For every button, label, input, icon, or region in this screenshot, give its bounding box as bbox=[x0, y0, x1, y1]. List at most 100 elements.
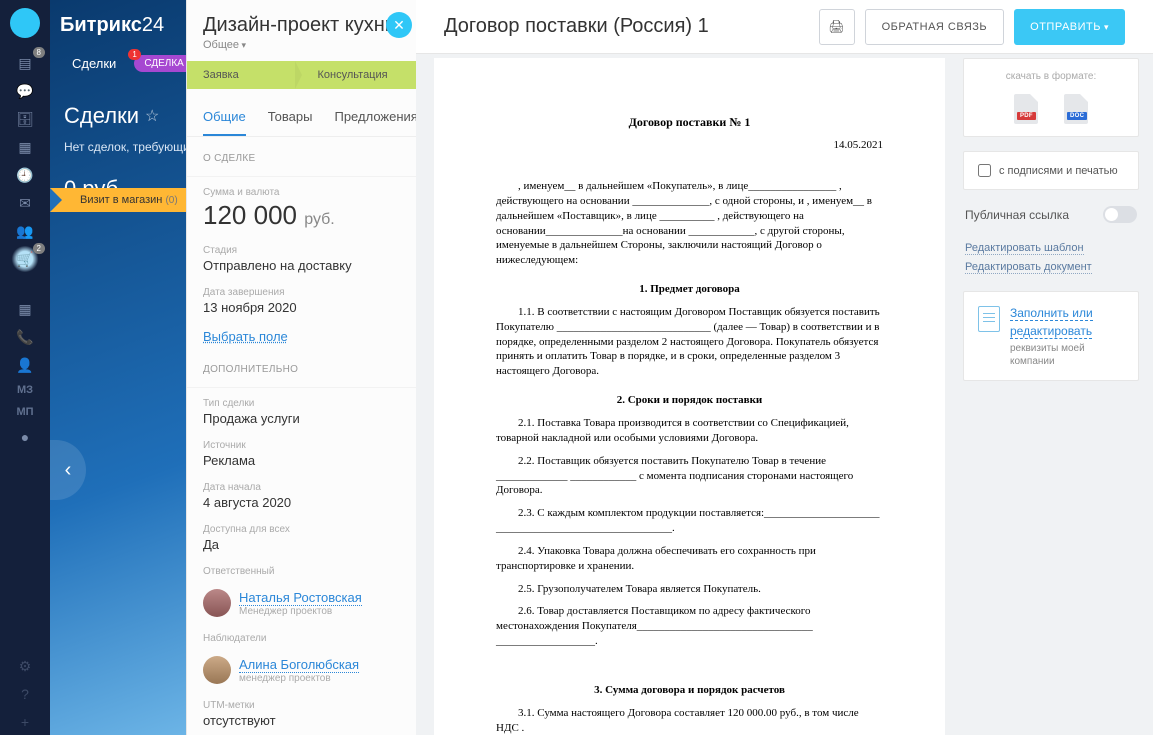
time-icon[interactable]: 🕘 bbox=[11, 162, 39, 188]
stage-bar: Заявка Консультация bbox=[187, 61, 416, 89]
tab-offers[interactable]: Предложения bbox=[334, 99, 416, 136]
pill-deal[interactable]: 1СДЕЛКА bbox=[134, 55, 194, 72]
document-icon bbox=[978, 306, 1000, 332]
doc-intro: , именуем__ в дальнейшем «Покупатель», в… bbox=[496, 179, 883, 268]
deal-title: Дизайн-проект кухни bbox=[187, 0, 416, 39]
label-utm: UTM-метки bbox=[203, 700, 400, 711]
more-icon[interactable]: ● bbox=[11, 424, 39, 450]
add-icon[interactable]: + bbox=[11, 709, 39, 735]
label-stage: Стадия bbox=[203, 245, 400, 256]
responsible-user[interactable]: Наталья Ростовская Менеджер проектов bbox=[187, 583, 416, 623]
value-utm: отсутствуют bbox=[203, 713, 400, 728]
observer-user[interactable]: Алина Боголюбская менеджер проектов bbox=[187, 650, 416, 690]
stage-consult[interactable]: Консультация bbox=[302, 61, 417, 89]
star-icon[interactable]: ☆ bbox=[145, 106, 159, 126]
doc-s11: 1.1. В соответствии с настоящим Договоро… bbox=[496, 305, 883, 379]
chat-icon[interactable]: 💬 bbox=[11, 78, 39, 104]
label-end: Дата завершения bbox=[203, 287, 400, 298]
tab-general[interactable]: Общие bbox=[203, 99, 246, 136]
value-stage: Отправлено на доставку bbox=[203, 258, 400, 273]
text-icon-mp[interactable]: МП bbox=[0, 402, 50, 422]
avatar bbox=[203, 656, 231, 684]
brand: Битрикс24 bbox=[60, 14, 164, 37]
observer-role: менеджер проектов bbox=[239, 673, 359, 684]
doc-s22: 2.2. Поставщик обязуется поставить Покуп… bbox=[496, 454, 883, 499]
doc-s21: 2.1. Поставка Товара производится в соот… bbox=[496, 416, 883, 446]
requisites-card: Заполнить или редактировать реквизиты мо… bbox=[963, 291, 1139, 381]
crm-icon[interactable]: 🛒2 bbox=[11, 246, 39, 272]
label-observers: Наблюдатели bbox=[203, 633, 400, 644]
tasks-icon[interactable]: ▤8 bbox=[11, 50, 39, 76]
document-header: Договор поставки (Россия) 1 🖨 ОБРАТНАЯ С… bbox=[416, 0, 1153, 54]
label-sum: Сумма и валюта bbox=[203, 187, 400, 198]
download-pdf-icon[interactable]: PDF bbox=[1014, 94, 1038, 124]
responsible-role: Менеджер проектов bbox=[239, 606, 362, 617]
document-sidebar: скачать в формате: PDF DOC с подписями и… bbox=[963, 58, 1139, 735]
requisites-link[interactable]: Заполнить или редактировать bbox=[1010, 306, 1093, 339]
download-heading: скачать в формате: bbox=[978, 71, 1124, 82]
avatar bbox=[203, 589, 231, 617]
text-icon-mz[interactable]: МЗ bbox=[0, 380, 50, 400]
value-access: Да bbox=[203, 537, 400, 552]
drive-icon[interactable]: 🗄 bbox=[11, 106, 39, 132]
kanban-card-arrow bbox=[50, 188, 62, 212]
logo-icon[interactable] bbox=[10, 8, 40, 38]
doc-s24: 2.4. Упаковка Товара должна обеспечивать… bbox=[496, 544, 883, 574]
collapse-chevron-icon[interactable]: ‹ bbox=[50, 440, 86, 500]
value-sum: 120 000 руб. bbox=[203, 200, 400, 231]
deal-scope[interactable]: Общее bbox=[187, 39, 416, 61]
doc-s23: 2.3. С каждым комплектом продукции поста… bbox=[496, 506, 883, 536]
label-start: Дата начала bbox=[203, 482, 400, 493]
stamps-card: с подписями и печатью bbox=[963, 151, 1139, 190]
label-source: Источник bbox=[203, 440, 400, 451]
value-start: 4 августа 2020 bbox=[203, 495, 400, 510]
public-link-row: Публичная ссылка bbox=[963, 204, 1139, 225]
select-field-link[interactable]: Выбрать поле bbox=[203, 329, 288, 344]
label-type: Тип сделки bbox=[203, 398, 400, 409]
help-icon[interactable]: ? bbox=[11, 681, 39, 707]
doc-s1-head: 1. Предмет договора bbox=[496, 282, 883, 297]
feedback-button[interactable]: ОБРАТНАЯ СВЯЗЬ bbox=[865, 9, 1005, 45]
label-access: Доступна для всех bbox=[203, 524, 400, 535]
page-title: Сделки bbox=[64, 103, 139, 129]
edit-document-link[interactable]: Редактировать документ bbox=[965, 261, 1092, 274]
doc-s3-head: 3. Сумма договора и порядок расчетов bbox=[496, 683, 883, 698]
people-icon[interactable]: 👥 bbox=[11, 218, 39, 244]
responsible-name[interactable]: Наталья Ростовская bbox=[239, 590, 362, 606]
public-link-label: Публичная ссылка bbox=[965, 208, 1069, 222]
section-additional: Дополнительно bbox=[187, 348, 416, 388]
edit-template-link[interactable]: Редактировать шаблон bbox=[965, 242, 1084, 255]
doc-s25: 2.5. Грузополучателем Товара является По… bbox=[496, 582, 883, 597]
value-source: Реклама bbox=[203, 453, 400, 468]
close-icon[interactable]: ✕ bbox=[386, 12, 412, 38]
observer-name[interactable]: Алина Боголюбская bbox=[239, 657, 359, 673]
value-type: Продажа услуги bbox=[203, 411, 400, 426]
tab-deals[interactable]: Сделки bbox=[64, 50, 124, 77]
mail-icon[interactable]: ✉ bbox=[11, 190, 39, 216]
stamps-checkbox-row[interactable]: с подписями и печатью bbox=[978, 164, 1124, 177]
phone-icon[interactable]: 📞 bbox=[11, 324, 39, 350]
doc-s31: 3.1. Сумма настоящего Договора составляе… bbox=[496, 706, 883, 735]
stage-zayavka[interactable]: Заявка bbox=[187, 61, 302, 89]
settings-icon[interactable]: ⚙ bbox=[11, 653, 39, 679]
document-title: Договор поставки (Россия) 1 bbox=[444, 15, 811, 38]
contact-icon[interactable]: 👤 bbox=[11, 352, 39, 378]
document-overlay: Договор поставки (Россия) 1 🖨 ОБРАТНАЯ С… bbox=[416, 0, 1153, 735]
kanban-tabs: Сделки 1СДЕЛКА bbox=[64, 50, 194, 77]
public-link-toggle[interactable] bbox=[1103, 206, 1137, 223]
stamps-checkbox[interactable] bbox=[978, 164, 991, 177]
pill-badge: 1 bbox=[128, 49, 140, 60]
download-doc-icon[interactable]: DOC bbox=[1064, 94, 1088, 124]
apps-icon[interactable]: ▦ bbox=[11, 296, 39, 322]
section-about: О сделке bbox=[187, 137, 416, 177]
deal-panel: Дизайн-проект кухни Общее Заявка Консуль… bbox=[186, 0, 416, 735]
print-icon[interactable]: 🖨 bbox=[819, 9, 855, 45]
calendar-icon[interactable]: ▦ bbox=[11, 134, 39, 160]
doc-s2-head: 2. Сроки и порядок поставки bbox=[496, 393, 883, 408]
doc-date: 14.05.2021 bbox=[496, 138, 883, 153]
label-responsible: Ответственный bbox=[203, 566, 400, 577]
send-button[interactable]: ОТПРАВИТЬ bbox=[1014, 9, 1125, 45]
doc-heading: Договор поставки № 1 bbox=[496, 114, 883, 130]
tab-products[interactable]: Товары bbox=[268, 99, 313, 136]
document-page: Договор поставки № 1 14.05.2021 , именуе… bbox=[434, 58, 945, 735]
